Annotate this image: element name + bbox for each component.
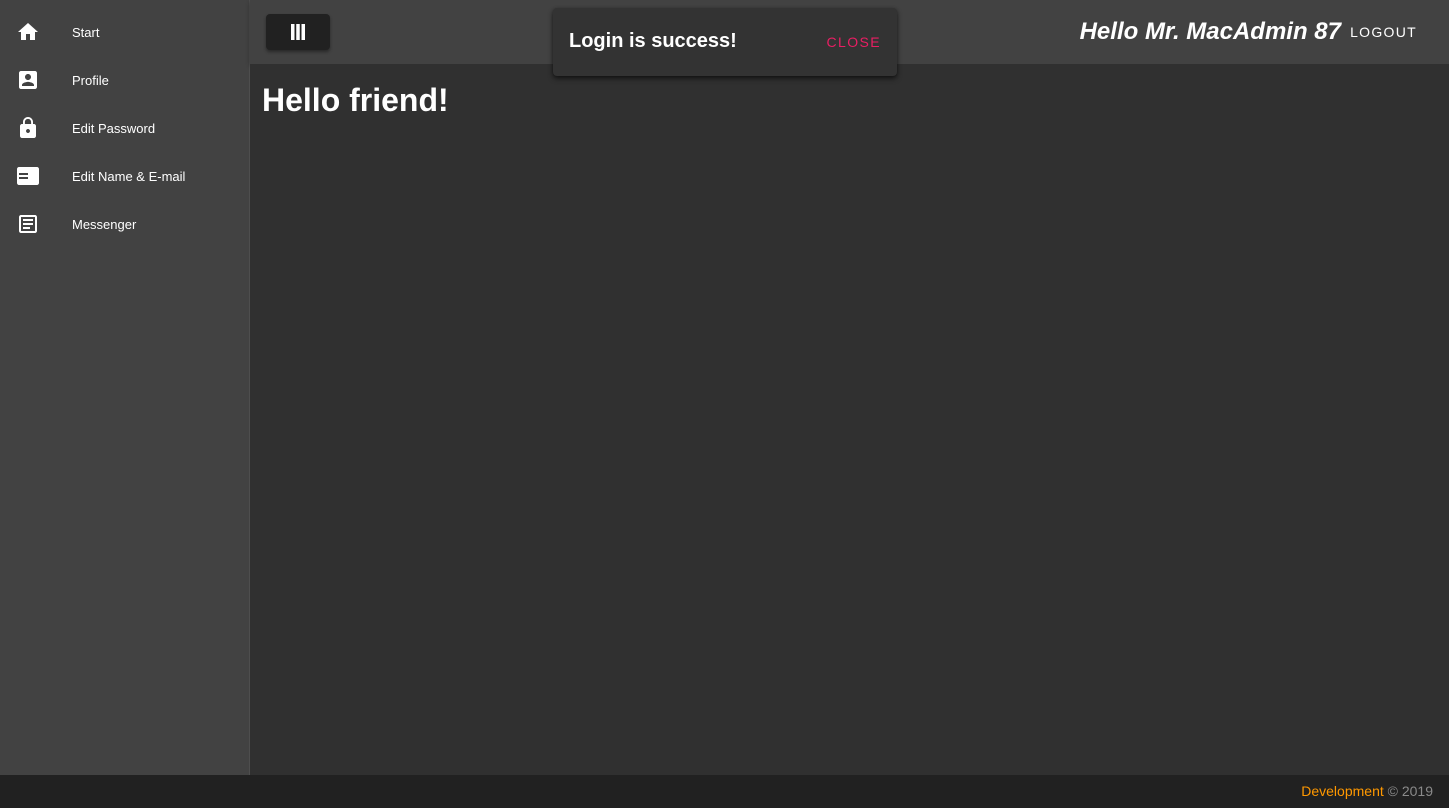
sidebar-item-label: Edit Password [72, 120, 156, 136]
page-title: Hello friend! [262, 82, 449, 118]
footer-development-link[interactable]: Development [1301, 783, 1384, 799]
sidebar-item-profile[interactable]: Profile [0, 56, 249, 104]
logout-button[interactable]: LOGOUT [1336, 14, 1431, 50]
account-box-icon [16, 68, 40, 92]
footer-text: Development © 2019 [1301, 783, 1433, 799]
home-icon [16, 20, 40, 44]
snackbar-message: Login is success! [569, 30, 737, 52]
snackbar-close-button[interactable]: CLOSE [827, 34, 881, 50]
subject-icon [16, 212, 40, 236]
sidebar-item-label: Profile [72, 72, 109, 88]
user-greeting: Hello Mr. MacAdmin 87 [1079, 18, 1341, 45]
lock-icon [16, 116, 40, 140]
menu-toggle-button[interactable] [266, 14, 330, 50]
sidebar-item-edit-password[interactable]: Edit Password [0, 104, 249, 152]
sidebar-item-messenger[interactable]: Messenger [0, 200, 249, 248]
sidebar-item-label: Edit Name & E-mail [72, 168, 186, 184]
main-content: Hello friend! [250, 64, 1449, 775]
app-root: Start Profile Edit Password Edit Name & … [0, 0, 1449, 808]
sidebar-item-label: Messenger [72, 216, 137, 232]
snackbar: Login is success! CLOSE [553, 8, 897, 76]
sidebar: Start Profile Edit Password Edit Name & … [0, 0, 250, 775]
footer: Development © 2019 [0, 775, 1449, 808]
footer-copyright: © 2019 [1387, 783, 1433, 799]
sidebar-item-label: Start [72, 24, 100, 40]
featured-play-list-icon [16, 164, 40, 188]
sidebar-item-start[interactable]: Start [0, 8, 249, 56]
sidebar-item-edit-name-email[interactable]: Edit Name & E-mail [0, 152, 249, 200]
view-column-icon [286, 20, 310, 44]
